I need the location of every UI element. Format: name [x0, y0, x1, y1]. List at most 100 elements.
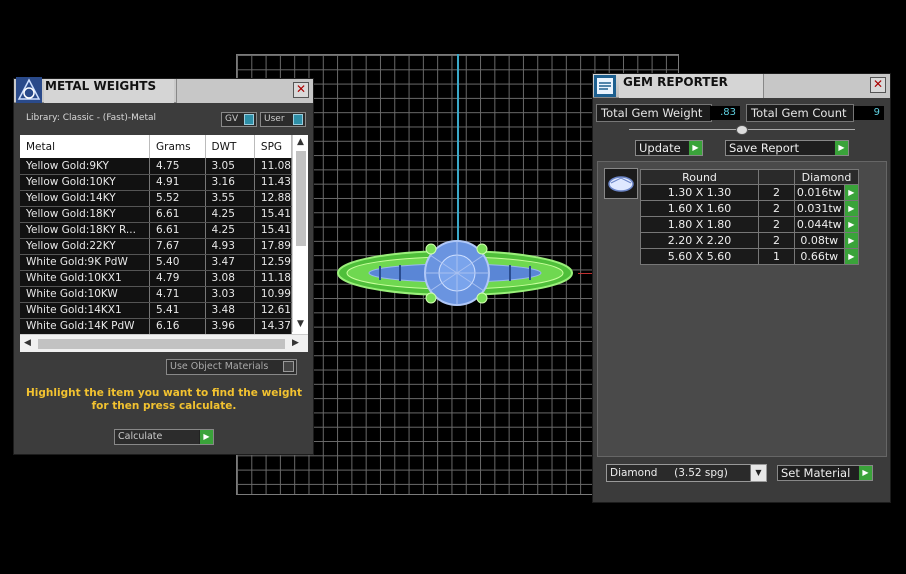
play-arrow-icon[interactable]: ▶	[843, 216, 860, 233]
splitter-handle[interactable]	[736, 125, 748, 135]
table-row[interactable]: 1.80 X 1.80 2 0.044tw ▶	[640, 216, 860, 233]
table-row[interactable]: Yellow Gold:10KY 4.91 3.16 11.43	[20, 174, 293, 191]
update-button[interactable]: Update ▶	[635, 140, 703, 156]
table-row[interactable]: 1.30 X 1.30 2 0.016tw ▶	[640, 184, 860, 201]
table-cell: 0.016tw	[794, 184, 845, 201]
table-cell: 3.48	[205, 302, 255, 319]
column-header-grams[interactable]: Grams	[149, 135, 206, 158]
column-header-spg[interactable]: SPG	[254, 135, 293, 158]
play-arrow-icon[interactable]: ▶	[843, 232, 860, 249]
play-arrow-icon[interactable]: ▶	[834, 141, 848, 155]
total-gem-weight-field: Total Gem Weight	[596, 104, 712, 122]
use-object-materials-label: Use Object Materials	[170, 361, 269, 372]
table-cell: 4.79	[149, 270, 206, 287]
set-material-label: Set Material	[781, 466, 851, 480]
play-arrow-icon[interactable]: ▶	[843, 184, 860, 201]
table-row[interactable]: 5.60 X 5.60 1 0.66tw ▶	[640, 248, 860, 265]
table-cell: 3.05	[205, 158, 255, 175]
scroll-down-icon[interactable]: ▼	[297, 319, 304, 329]
column-header-dwt[interactable]: DWT	[205, 135, 255, 158]
update-label: Update	[639, 141, 681, 155]
table-cell: 0.044tw	[794, 216, 845, 233]
table-row[interactable]: 1.60 X 1.60 2 0.031tw ▶	[640, 200, 860, 217]
chevron-down-icon[interactable]: ▼	[750, 465, 766, 481]
table-cell: 5.60 X 5.60	[640, 248, 759, 265]
scroll-up-icon[interactable]: ▲	[297, 137, 304, 147]
table-row[interactable]: Yellow Gold:18KY 6.61 4.25 15.41	[20, 206, 293, 223]
calculate-button[interactable]: Calculate ▶	[114, 429, 214, 445]
table-cell: 11.08	[254, 158, 293, 175]
scroll-right-icon[interactable]: ▶	[292, 338, 299, 348]
table-cell: Yellow Gold:18KY	[20, 206, 151, 223]
table-cell: 3.16	[205, 174, 255, 191]
total-gem-weight-value: .83	[710, 106, 740, 120]
table-cell: White Gold:10KX1	[20, 270, 151, 287]
table-row[interactable]: Yellow Gold:22KY 7.67 4.93 17.89	[20, 238, 293, 255]
gem-table: Round Diamond 1.30 X 1.30 2 0.016tw ▶ 1.60 X…	[640, 169, 860, 265]
table-cell: 15.41	[254, 206, 293, 223]
save-report-button[interactable]: Save Report ▶	[725, 140, 849, 156]
play-arrow-icon[interactable]: ▶	[199, 430, 213, 444]
table-row[interactable]: Yellow Gold:18KY R... 6.61 4.25 15.41	[20, 222, 293, 239]
table-row[interactable]: Yellow Gold:14KY 5.52 3.55 12.88	[20, 190, 293, 207]
hint-text: Highlight the item you want to find the …	[26, 387, 302, 412]
table-row[interactable]: Yellow Gold:9KY 4.75 3.05 11.08	[20, 158, 293, 175]
set-material-button[interactable]: Set Material ▶	[777, 465, 873, 481]
gem-reporter-titlebar[interactable]: GEM REPORTER ✕	[593, 74, 890, 98]
table-cell: 0.66tw	[794, 248, 845, 265]
table-cell: 1	[758, 248, 795, 265]
total-gem-count-field: Total Gem Count	[746, 104, 854, 122]
vertical-scrollbar[interactable]: ▲ ▼	[292, 135, 308, 332]
scroll-thumb[interactable]	[296, 151, 306, 246]
table-cell: 12.59	[254, 254, 293, 271]
table-row[interactable]: White Gold:14K PdW 6.16 3.96 14.37	[20, 318, 293, 335]
table-row[interactable]: 2.20 X 2.20 2 0.08tw ▶	[640, 232, 860, 249]
table-cell: 3.55	[205, 190, 255, 207]
table-cell: 3.03	[205, 286, 255, 303]
panel-title: METAL WEIGHTS	[44, 79, 174, 103]
play-arrow-icon[interactable]: ▶	[858, 466, 872, 480]
table-cell: 1.60 X 1.60	[640, 200, 759, 217]
table-row[interactable]: White Gold:14KX1 5.41 3.48 12.61	[20, 302, 293, 319]
metal-weights-panel: METAL WEIGHTS ✕ Library: Classic - (Fast…	[13, 77, 314, 455]
table-row[interactable]: White Gold:10KW 4.71 3.03 10.99	[20, 286, 293, 303]
table-row[interactable]: White Gold:10KX1 4.79 3.08 11.18	[20, 270, 293, 287]
play-arrow-icon[interactable]: ▶	[843, 200, 860, 217]
table-cell: 10.99	[254, 286, 293, 303]
horizontal-scrollbar[interactable]: ◀ ▶	[20, 334, 308, 352]
table-cell: 11.18	[254, 270, 293, 287]
diamond-thumbnail[interactable]	[604, 168, 638, 199]
column-header-count	[758, 169, 795, 185]
user-toggle[interactable]: User	[260, 112, 306, 127]
play-arrow-icon[interactable]: ▶	[688, 141, 702, 155]
table-cell: 4.75	[149, 158, 206, 175]
table-cell: 2.20 X 2.20	[640, 232, 759, 249]
column-header-round: Round	[640, 169, 759, 185]
diamond-icon	[608, 176, 634, 192]
total-gem-count-value: 9	[854, 106, 884, 120]
table-cell: 5.40	[149, 254, 206, 271]
gv-toggle[interactable]: GV	[221, 112, 257, 127]
play-arrow-icon[interactable]: ▶	[843, 248, 860, 265]
table-cell: 15.41	[254, 222, 293, 239]
checkbox-icon[interactable]	[283, 361, 294, 372]
material-dropdown-value: Diamond (3.52 spg)	[610, 467, 728, 479]
table-cell: Yellow Gold:10KY	[20, 174, 151, 191]
column-header-diamond: Diamond	[794, 169, 859, 185]
gem-reporter-panel: GEM REPORTER ✕ Total Gem Weight .83 Tota…	[592, 73, 891, 503]
table-cell: 11.43	[254, 174, 293, 191]
use-object-materials-checkbox[interactable]: Use Object Materials	[166, 359, 297, 375]
material-dropdown[interactable]: Diamond (3.52 spg) ▼	[606, 464, 767, 482]
table-row[interactable]: White Gold:9K PdW 5.40 3.47 12.59	[20, 254, 293, 271]
ring-model[interactable]	[330, 235, 580, 313]
table-cell: White Gold:14K PdW	[20, 318, 151, 335]
column-header-metal[interactable]: Metal	[20, 135, 151, 158]
scroll-thumb[interactable]	[38, 339, 285, 349]
table-cell: 3.96	[205, 318, 255, 335]
table-cell: White Gold:9K PdW	[20, 254, 151, 271]
metal-weights-titlebar[interactable]: METAL WEIGHTS ✕	[14, 77, 313, 103]
scroll-left-icon[interactable]: ◀	[24, 338, 31, 348]
close-icon[interactable]: ✕	[870, 77, 886, 93]
toggle-knob-icon	[293, 114, 303, 125]
close-icon[interactable]: ✕	[293, 82, 309, 98]
